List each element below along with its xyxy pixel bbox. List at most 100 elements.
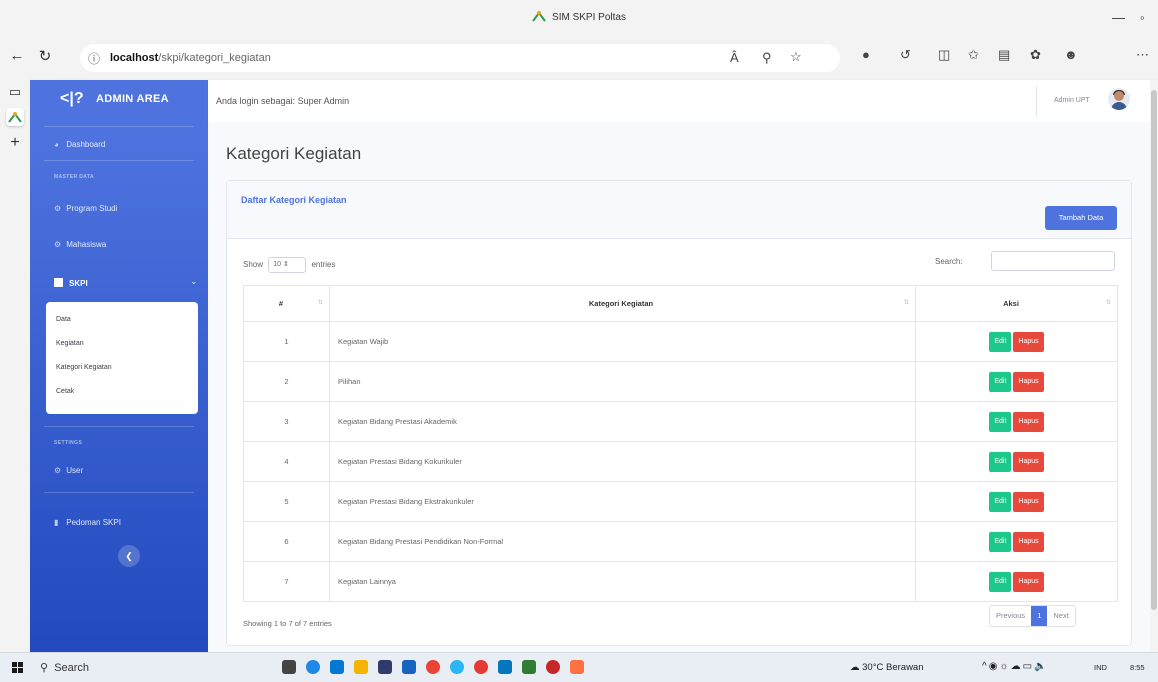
delete-button[interactable]: Hapus [1013, 491, 1044, 512]
edit-button[interactable]: Edit [989, 411, 1012, 432]
edit-button[interactable]: Edit [989, 491, 1012, 512]
minimize-icon[interactable]: — [1112, 10, 1125, 25]
collections-icon[interactable]: ▤ [998, 47, 1010, 63]
taskbar-apps [282, 660, 584, 674]
browser-toolbar: ← ↻ ⓘ localhost/skpi/kategori_kegiatan A… [0, 38, 1158, 78]
search-control: Search: [935, 251, 1115, 271]
input-language[interactable]: IND [1094, 663, 1107, 672]
cell-aksi: Edit Hapus [915, 521, 1118, 562]
add-data-button[interactable]: Tambah Data [1045, 206, 1117, 230]
submenu-item-kegiatan[interactable]: Kegiatan [56, 340, 84, 347]
url-text[interactable]: localhost/skpi/kategori_kegiatan [110, 52, 271, 64]
sidebar-item-mahasiswa[interactable]: ⚙ Mahasiswa [54, 240, 106, 249]
edit-button[interactable]: Edit [989, 451, 1012, 472]
favorite-icon[interactable]: ☆ [790, 49, 802, 65]
pagination-page-1[interactable]: 1 [1031, 606, 1048, 626]
app-icon[interactable] [570, 660, 584, 674]
sidebar-item-program-studi[interactable]: ⚙ Program Studi [54, 204, 117, 213]
sidebar-divider [44, 426, 194, 427]
address-bar[interactable]: ⓘ localhost/skpi/kategori_kegiatan Â ⚲ … [80, 44, 840, 72]
entries-length-control: Show 10 ⇕ entries [243, 257, 336, 273]
sidebar-item-dashboard[interactable]: ◕ Dashboard [54, 140, 105, 149]
edit-button[interactable]: Edit [989, 371, 1012, 392]
sidebar-item-pedoman[interactable]: ▮ Pedoman SKPI [54, 518, 121, 527]
zoom-icon[interactable]: ⚲ [762, 50, 772, 66]
cell-no: 2 [243, 361, 330, 402]
cell-aksi: Edit Hapus [915, 561, 1118, 602]
delete-button[interactable]: Hapus [1013, 411, 1044, 432]
chrome-icon[interactable] [426, 660, 440, 674]
weather-widget[interactable]: ☁ 30°C Berawan [850, 662, 924, 673]
more-icon[interactable]: ⋯ [1136, 47, 1149, 63]
app-logo-icon [532, 11, 546, 22]
avatar[interactable] [1108, 88, 1130, 110]
entries-select[interactable]: 10 ⇕ [268, 257, 307, 273]
windows-start-icon[interactable] [12, 662, 24, 674]
app-icon[interactable] [522, 660, 536, 674]
data-card: Daftar Kategori Kegiatan Tambah Data Sho… [226, 180, 1132, 646]
topbar-divider [1036, 86, 1037, 116]
pagination-previous[interactable]: Previous [990, 606, 1032, 626]
delete-button[interactable]: Hapus [1013, 371, 1044, 392]
store-icon[interactable] [330, 660, 344, 674]
task-view-icon[interactable] [282, 660, 296, 674]
app-icon[interactable] [378, 660, 392, 674]
refresh-icon[interactable]: ↻ [34, 47, 56, 65]
submenu-item-data[interactable]: Data [56, 316, 71, 323]
extension-icon[interactable]: ● [862, 47, 870, 62]
browser-titlebar: SIM SKPI Poltas — ◦ [0, 0, 1158, 38]
clock[interactable]: 8:55 [1130, 663, 1145, 672]
delete-button[interactable]: Hapus [1013, 571, 1044, 592]
edit-button[interactable]: Edit [989, 331, 1012, 352]
submenu-item-cetak[interactable]: Cetak [56, 388, 74, 395]
refresh-extension-icon[interactable]: ↺ [900, 47, 911, 63]
profile-icon[interactable]: ☻ [1064, 47, 1078, 62]
new-tab-icon[interactable]: + [6, 134, 24, 152]
table-row: 3 Kegiatan Bidang Prestasi Akademik Edit… [243, 401, 1118, 442]
delete-button[interactable]: Hapus [1013, 451, 1044, 472]
search-input[interactable] [991, 251, 1115, 271]
column-header-no[interactable]: # ⇅ [243, 285, 330, 322]
column-header-aksi[interactable]: Aksi ⇅ [915, 285, 1118, 322]
read-aloud-icon[interactable]: Â [730, 50, 739, 65]
sidebar-item-skpi[interactable]: SKPI [54, 278, 88, 288]
explorer-icon[interactable] [354, 660, 368, 674]
favorites-bar-icon[interactable]: ✩ [968, 47, 979, 63]
table-row: 5 Kegiatan Prestasi Bidang Ekstrakurikul… [243, 481, 1118, 522]
edit-button[interactable]: Edit [989, 531, 1012, 552]
cell-kategori: Kegiatan Wajib [329, 321, 916, 362]
submenu-item-kategori-kegiatan[interactable]: Kategori Kegiatan [56, 364, 112, 371]
sidebar-toggle-button[interactable]: ❮ [118, 545, 140, 567]
page-scrollbar[interactable] [1150, 80, 1158, 652]
app-icon[interactable] [498, 660, 512, 674]
user-name[interactable]: Admin UPT [1054, 97, 1090, 104]
delete-button[interactable]: Hapus [1013, 531, 1044, 552]
app-icon[interactable] [474, 660, 488, 674]
column-header-kategori[interactable]: Kategori Kegiatan ⇅ [329, 285, 916, 322]
edge-icon[interactable] [306, 660, 320, 674]
split-screen-icon[interactable]: ◫ [938, 47, 950, 63]
app-icon[interactable] [402, 660, 416, 674]
sidebar-brand[interactable]: <|? ADMIN AREA [30, 80, 208, 120]
restore-icon[interactable]: ◦ [1140, 10, 1145, 25]
back-icon[interactable]: ← [6, 47, 28, 64]
pagination-next[interactable]: Next [1047, 606, 1075, 626]
app-icon[interactable] [546, 660, 560, 674]
info-icon[interactable]: ⓘ [88, 50, 100, 67]
tab-sim-skpi[interactable] [6, 108, 24, 126]
delete-button[interactable]: Hapus [1013, 331, 1044, 352]
brand-logo-icon: <|? [60, 90, 84, 107]
copilot-icon[interactable]: ✿ [1030, 47, 1041, 63]
taskbar-search[interactable]: ⚲ Search [40, 661, 89, 674]
system-tray-icons[interactable]: ^◉☼☁▭🔈 [982, 661, 1048, 672]
edit-button[interactable]: Edit [989, 571, 1012, 592]
scrollbar-thumb[interactable] [1151, 90, 1157, 610]
brand-text: ADMIN AREA [96, 93, 169, 105]
app-icon[interactable] [450, 660, 464, 674]
pagination: Previous 1 Next [989, 605, 1076, 627]
table-header-row: # ⇅ Kategori Kegiatan ⇅ Aksi ⇅ [243, 285, 1118, 322]
cog-icon: ⚙ [54, 466, 62, 475]
sidebar-item-user[interactable]: ⚙ User [54, 466, 83, 475]
tab-actions-icon[interactable]: ▭ [6, 84, 24, 102]
chevron-down-icon: ⌄ [190, 276, 198, 286]
